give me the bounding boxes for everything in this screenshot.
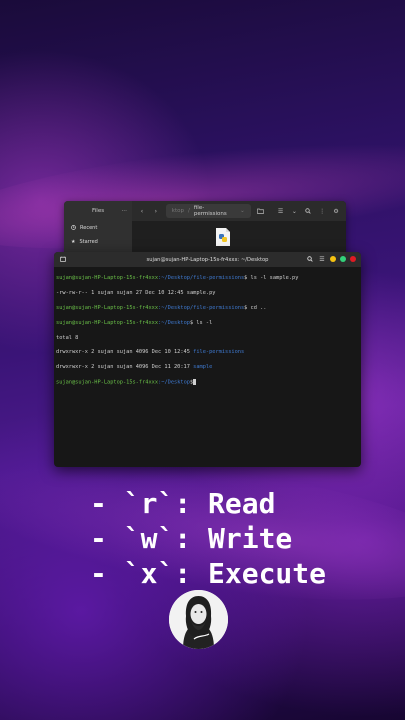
prompt-command: $ ls -l <box>189 319 213 326</box>
settings-icon[interactable]: ⚙ <box>332 207 340 215</box>
breadcrumb[interactable]: ktop / file-permissions ⌄ <box>165 204 251 218</box>
output-text: -rw-rw-r-- 1 sujan sujan 27 Dec 10 12:45… <box>56 290 216 297</box>
prompt-command: $ ls -l sample.py <box>244 275 299 282</box>
terminal-line: drwxrwxr-x 2 sujan sujan 4096 Dec 11 20:… <box>56 364 359 371</box>
terminal-line: sujan@sujan-HP-Laptop-15s-fr4xxx:~/Deskt… <box>56 275 359 282</box>
prompt-command: $ cd .. <box>244 305 267 312</box>
search-icon[interactable] <box>304 207 312 215</box>
view-options-icon[interactable]: ⌄ <box>290 207 298 215</box>
minimize-button[interactable] <box>330 256 336 262</box>
prompt-user: sujan@sujan-HP-Laptop-15s-fr4xxx <box>56 275 159 282</box>
terminal-output[interactable]: sujan@sujan-HP-Laptop-15s-fr4xxx:~/Deskt… <box>54 267 361 403</box>
avatar-portrait-icon <box>169 590 228 649</box>
channel-avatar[interactable] <box>169 590 228 649</box>
directory-name: file-permissions <box>193 349 245 356</box>
terminal-cursor <box>193 379 197 386</box>
terminal-line: sujan@sujan-HP-Laptop-15s-fr4xxx:~/Deskt… <box>56 379 359 387</box>
output-text: total 8 <box>56 334 79 341</box>
prompt-path: :~/Desktop/file-permissions <box>158 275 245 282</box>
directory-name: sample <box>193 364 213 371</box>
legend-execute: - `x`: Execute <box>90 557 327 590</box>
prompt-path: :~/Desktop <box>158 319 190 326</box>
legend-write: - `w`: Write <box>90 522 293 555</box>
chevron-down-icon[interactable]: ⌄ <box>240 208 245 214</box>
terminal-line: sujan@sujan-HP-Laptop-15s-fr4xxx:~/Deskt… <box>56 305 359 312</box>
prompt-user: sujan@sujan-HP-Laptop-15s-fr4xxx <box>56 379 159 386</box>
sidebar-item-recent[interactable]: Recent <box>64 221 132 235</box>
legend-read: - `r`: Read <box>90 487 276 520</box>
breadcrumb-separator: / <box>187 208 190 214</box>
search-icon[interactable] <box>306 255 314 263</box>
breadcrumb-parent[interactable]: ktop <box>172 208 184 214</box>
star-icon: ★ <box>71 239 76 245</box>
forward-arrow-icon[interactable]: › <box>152 207 160 215</box>
terminal-titlebar[interactable]: sujan@sujan-HP-Laptop-15s-fr4xxx: ~/Desk… <box>54 252 361 267</box>
terminal-tab-icon[interactable] <box>60 256 66 262</box>
output-text: drwxrwxr-x 2 sujan sujan 4096 Dec 10 12:… <box>56 349 194 356</box>
files-sidebar-header: Files ⋯ <box>64 201 132 221</box>
python-file-icon[interactable] <box>215 227 231 247</box>
terminal-line: sujan@sujan-HP-Laptop-15s-fr4xxx:~/Deskt… <box>56 320 359 327</box>
maximize-button[interactable] <box>340 256 346 262</box>
menu-icon[interactable]: ⋮ <box>318 207 326 215</box>
files-sidebar-title: Files <box>92 208 105 214</box>
terminal-window: sujan@sujan-HP-Laptop-15s-fr4xxx: ~/Desk… <box>54 252 361 467</box>
close-button[interactable] <box>350 256 356 262</box>
terminal-line: -rw-rw-r-- 1 sujan sujan 27 Dec 10 12:45… <box>56 290 359 297</box>
breadcrumb-current[interactable]: file-permissions <box>194 205 236 217</box>
prompt-path: :~/Desktop/file-permissions <box>158 305 245 312</box>
back-arrow-icon[interactable]: ‹ <box>138 207 146 215</box>
terminal-line: total 8 <box>56 335 359 342</box>
permission-legend: - `r`: Read - `w`: Write - `x`: Execute <box>90 486 326 591</box>
new-folder-icon[interactable] <box>257 207 265 215</box>
output-text: drwxrwxr-x 2 sujan sujan 4096 Dec 11 20:… <box>56 364 194 371</box>
list-view-icon[interactable]: ☰ <box>277 207 285 215</box>
prompt-user: sujan@sujan-HP-Laptop-15s-fr4xxx <box>56 319 159 326</box>
files-toolbar: ‹ › ktop / file-permissions ⌄ ☰ ⌄ ⋮ ⚙ <box>132 201 346 221</box>
prompt-path: :~/Desktop <box>158 379 190 386</box>
hamburger-menu-icon[interactable]: ☰ <box>318 255 326 263</box>
sidebar-item-label: Recent <box>80 225 98 231</box>
sidebar-item-label: Starred <box>79 239 98 245</box>
terminal-title: sujan@sujan-HP-Laptop-15s-fr4xxx: ~/Desk… <box>146 256 269 263</box>
clock-icon <box>71 224 76 232</box>
menu-dots-icon[interactable]: ⋯ <box>122 208 128 214</box>
terminal-line: drwxrwxr-x 2 sujan sujan 4096 Dec 10 12:… <box>56 349 359 356</box>
prompt-user: sujan@sujan-HP-Laptop-15s-fr4xxx <box>56 305 159 312</box>
terminal-controls: ☰ <box>306 255 356 263</box>
sidebar-item-starred[interactable]: ★ Starred <box>64 235 132 249</box>
